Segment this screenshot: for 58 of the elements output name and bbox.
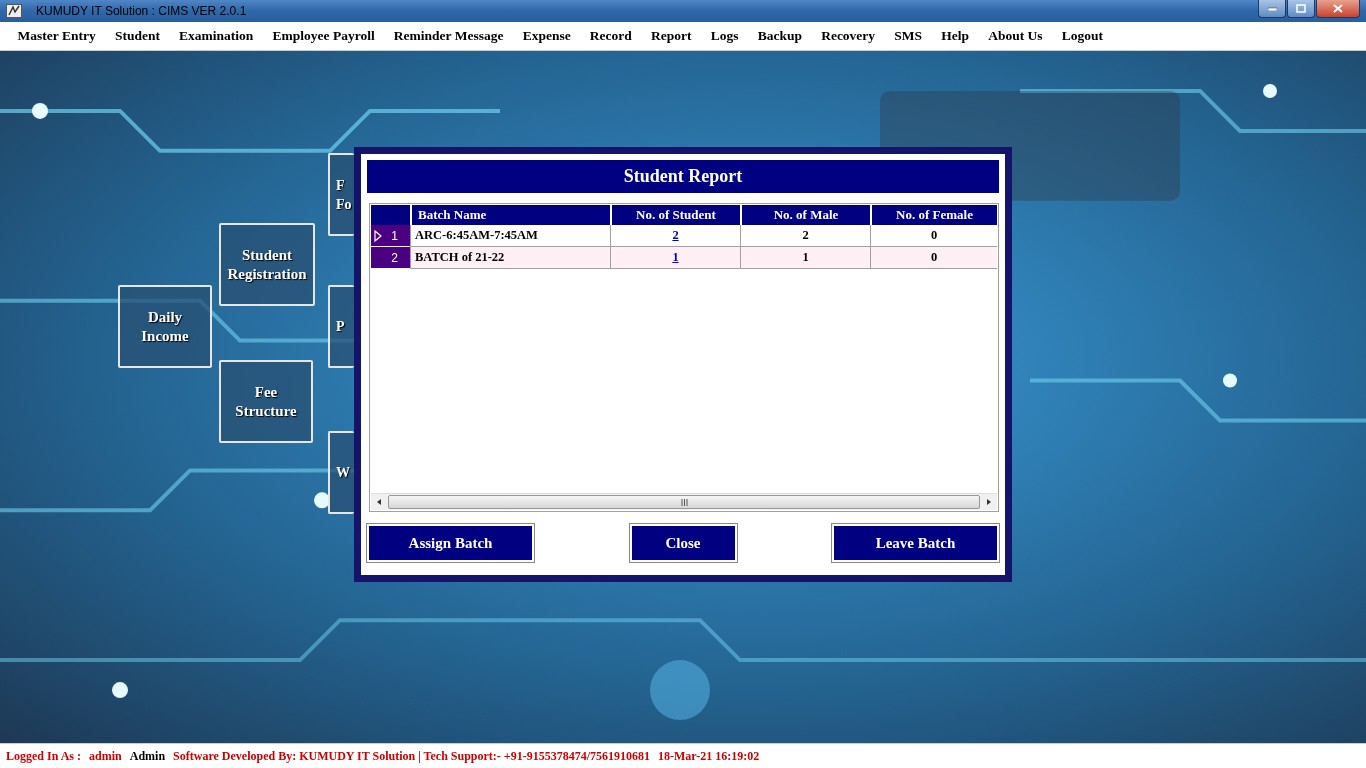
menu-item[interactable]: Record <box>580 26 642 46</box>
status-text: Software Developed By: KUMUDY IT Solution | Tech Support:- +91-9155378474/7561910681 <box>173 748 650 764</box>
column-header[interactable]: No. of Male <box>740 205 870 225</box>
window-title: KUMUDY IT Solution : CIMS VER 2.0.1 <box>36 4 248 18</box>
menu-item[interactable]: Backup <box>748 26 812 46</box>
horizontal-scrollbar[interactable] <box>371 493 997 510</box>
scroll-thumb[interactable] <box>388 495 980 509</box>
app-icon <box>6 4 22 18</box>
row-number: 2 <box>391 250 398 265</box>
menu-item[interactable]: Employee Payroll <box>262 26 385 46</box>
maximize-icon <box>1296 4 1306 13</box>
column-header[interactable]: Batch Name <box>410 205 610 225</box>
cell-text: ARC-6:45AM-7:45AM <box>415 228 538 243</box>
menu-tile[interactable]: Student Registration <box>219 223 315 306</box>
column-header[interactable]: No. of Female <box>870 205 997 225</box>
menu-item[interactable]: Expense <box>513 26 581 46</box>
minimize-button[interactable] <box>1258 0 1286 18</box>
dialog-button[interactable]: Leave Batch <box>832 524 999 562</box>
row-header[interactable]: 1 <box>371 225 410 247</box>
cell-text: 1 <box>802 250 809 265</box>
count-link[interactable]: 2 <box>672 228 679 243</box>
dialog-button[interactable]: Assign Batch <box>367 524 534 562</box>
dialog-title: Student Report <box>367 160 999 193</box>
row-number: 1 <box>391 228 398 243</box>
grid-corner <box>371 205 410 225</box>
menu-tile[interactable]: W <box>328 431 354 514</box>
menu-item[interactable]: Examination <box>169 26 263 46</box>
menu-item[interactable]: Report <box>641 26 702 46</box>
cell-text: 0 <box>930 250 938 265</box>
close-icon <box>1333 4 1343 13</box>
menu-item[interactable]: Recovery <box>811 26 885 46</box>
menu-item[interactable]: Logout <box>1052 26 1113 46</box>
menu-item[interactable]: Reminder Message <box>384 26 514 46</box>
menu-item[interactable]: Master Entry <box>8 26 106 46</box>
menu-item[interactable]: Student <box>105 26 170 46</box>
status-text: 18-Mar-21 16:19:02 <box>658 748 760 764</box>
menu-tile[interactable]: Daily Income <box>118 285 212 368</box>
column-header[interactable]: No. of Student <box>610 205 740 225</box>
close-button[interactable] <box>1316 0 1360 18</box>
menu-item[interactable]: Logs <box>701 26 749 46</box>
row-header[interactable]: 2 <box>371 247 410 269</box>
count-link[interactable]: 1 <box>672 250 679 265</box>
menu-item[interactable]: About Us <box>978 26 1053 46</box>
menu-tile[interactable]: P <box>328 285 354 368</box>
minimize-icon <box>1267 6 1277 11</box>
cell-text: 0 <box>930 228 938 243</box>
maximize-button[interactable] <box>1287 0 1315 18</box>
cell-text: BATCH of 21-22 <box>415 250 505 265</box>
grip-icon <box>680 498 688 506</box>
status-text: Logged In As : <box>6 748 82 764</box>
menu-item[interactable]: Help <box>931 26 979 46</box>
dialog-button[interactable]: Close <box>629 524 737 562</box>
status-text: admin <box>89 748 122 764</box>
menu-tile[interactable]: Fee Structure <box>219 360 313 443</box>
cell-text: 2 <box>802 228 809 243</box>
status-text: Admin <box>129 748 166 764</box>
menu-item[interactable]: SMS <box>884 26 932 46</box>
menu-tile[interactable]: F Fo <box>328 153 354 236</box>
